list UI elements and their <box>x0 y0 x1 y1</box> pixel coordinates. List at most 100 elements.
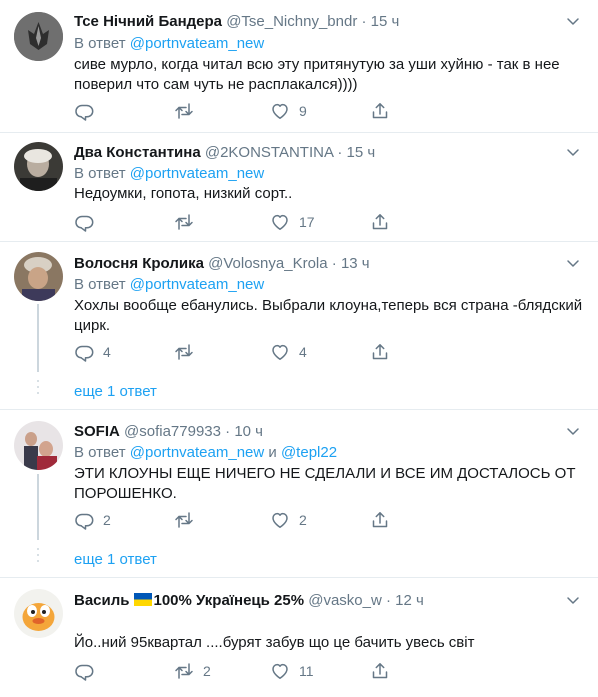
separator-dot: · <box>361 13 367 30</box>
heart-icon <box>272 103 288 119</box>
author-handle[interactable]: @Tse_Nichny_bndr <box>226 13 357 30</box>
thread-dot <box>37 392 39 394</box>
share-button[interactable] <box>370 661 390 681</box>
chevron-down-icon[interactable] <box>566 427 580 437</box>
timestamp[interactable]: 15 ч <box>347 144 376 161</box>
author-handle[interactable]: @vasko_w <box>308 592 382 609</box>
reply-prefix: В ответ <box>74 276 126 293</box>
mention-link[interactable]: @portnvateam_new <box>130 444 264 461</box>
retweet-button[interactable] <box>174 101 203 121</box>
separator-dot: · <box>386 592 391 609</box>
author-name[interactable]: Волосня Кролика <box>74 255 204 272</box>
reply-button[interactable]: 4 <box>74 342 111 362</box>
like-button[interactable]: 9 <box>270 101 307 121</box>
share-icon <box>372 103 388 119</box>
retweet-icon <box>175 344 193 360</box>
retweet-button[interactable] <box>174 510 203 530</box>
reply-count: 4 <box>103 344 111 360</box>
mention-link-2[interactable]: @tepl22 <box>281 444 337 461</box>
author-handle[interactable]: @sofia779933 <box>124 423 221 440</box>
reply-button[interactable] <box>74 101 103 121</box>
reply-prefix: В ответ <box>74 165 126 182</box>
thread-line <box>37 304 39 372</box>
retweet-icon <box>175 103 193 119</box>
tweet[interactable]: Тсе Нічний Бандера @Tse_Nichny_bndr · 15… <box>0 0 598 128</box>
author-name[interactable]: SOFIA <box>74 423 120 440</box>
ukraine-flag-icon <box>133 593 152 606</box>
tweet-text: Хохлы вообще ебанулись. Выбрали клоуна,т… <box>74 297 583 334</box>
heart-icon <box>272 214 288 230</box>
avatar[interactable] <box>14 421 63 470</box>
share-icon <box>372 214 388 230</box>
tweet-text: сиве мурло, когда читал всю эту притянут… <box>74 56 560 93</box>
retweet-icon <box>175 512 193 528</box>
share-icon <box>372 344 388 360</box>
chevron-down-icon[interactable] <box>566 596 580 606</box>
like-count: 2 <box>299 512 307 528</box>
tweet[interactable]: Два Константина @2KONSTANTINA · 15 ч В о… <box>0 133 598 241</box>
author-name[interactable]: Два Константина <box>74 144 201 161</box>
timestamp[interactable]: 15 ч <box>371 13 400 30</box>
retweet-button[interactable]: 2 <box>174 661 211 681</box>
thread-dot <box>37 548 39 550</box>
share-button[interactable] <box>370 342 390 362</box>
author-handle[interactable]: @Volosnya_Krola <box>208 255 327 272</box>
mention-link[interactable]: @portnvateam_new <box>130 35 264 52</box>
retweet-icon <box>175 663 193 679</box>
author-handle[interactable]: @2KONSTANTINA <box>205 144 333 161</box>
tweet[interactable]: SOFIA @sofia779933 · 10 ч В ответ @portn… <box>0 410 598 576</box>
tweet[interactable]: Волосня Кролика @Volosnya_Krola · 13 ч В… <box>0 242 598 408</box>
separator-dot: · <box>337 144 343 161</box>
tweet-text: Йо..ний 95квартал ....бурят забув що це … <box>74 634 475 651</box>
author-name-suffix[interactable]: 100% Українець 25% <box>154 592 305 609</box>
timestamp[interactable]: 10 ч <box>234 423 263 440</box>
show-more-replies-link[interactable]: еще 1 ответ <box>74 383 157 400</box>
timestamp[interactable]: 12 ч <box>395 592 424 609</box>
like-count: 9 <box>299 103 307 119</box>
avatar[interactable] <box>14 589 63 638</box>
reply-prefix: В ответ <box>74 35 126 52</box>
thread-dot <box>37 380 39 382</box>
tweet-text: Недоумки, гопота, низкий сорт.. <box>74 185 293 202</box>
tweet-text: ЭТИ КЛОУНЫ ЕЩЕ НИЧЕГО НЕ СДЕЛАЛИ И ВСЕ И… <box>74 465 576 502</box>
share-button[interactable] <box>370 101 390 121</box>
and-word: и <box>268 444 277 461</box>
chevron-down-icon[interactable] <box>566 148 580 158</box>
timestamp[interactable]: 13 ч <box>341 255 370 272</box>
like-count: 4 <box>299 344 307 360</box>
show-more-replies-link[interactable]: еще 1 ответ <box>74 551 157 568</box>
thread-dot <box>37 554 39 556</box>
thread-dot <box>37 386 39 388</box>
reply-button[interactable] <box>74 661 103 681</box>
author-name[interactable]: Василь <box>74 592 130 609</box>
author-name[interactable]: Тсе Нічний Бандера <box>74 13 222 30</box>
share-icon <box>372 512 388 528</box>
like-button[interactable]: 17 <box>270 212 315 232</box>
mention-link[interactable]: @portnvateam_new <box>130 276 264 293</box>
avatar[interactable] <box>14 252 63 301</box>
heart-icon <box>272 344 288 360</box>
reply-button[interactable]: 2 <box>74 510 111 530</box>
reply-icon <box>75 104 94 121</box>
retweet-button[interactable] <box>174 342 203 362</box>
chevron-down-icon[interactable] <box>566 17 580 27</box>
share-button[interactable] <box>370 510 390 530</box>
separator-dot: · <box>225 423 231 440</box>
avatar[interactable] <box>14 12 63 61</box>
retweet-count: 2 <box>203 663 211 679</box>
heart-icon <box>272 512 288 528</box>
like-button[interactable]: 4 <box>270 342 307 362</box>
like-button[interactable]: 11 <box>270 661 314 681</box>
share-button[interactable] <box>370 212 390 232</box>
retweet-button[interactable] <box>174 212 203 232</box>
tweet[interactable]: Василь 100% Українець 25% @vasko_w · 12 ч… <box>0 578 598 697</box>
like-button[interactable]: 2 <box>270 510 307 530</box>
share-icon <box>372 663 388 679</box>
chevron-down-icon[interactable] <box>566 259 580 269</box>
reply-icon <box>75 215 94 232</box>
separator-dot: · <box>331 255 337 272</box>
thread-line <box>37 474 39 540</box>
avatar[interactable] <box>14 142 63 191</box>
reply-button[interactable] <box>74 212 103 232</box>
mention-link[interactable]: @portnvateam_new <box>130 165 264 182</box>
